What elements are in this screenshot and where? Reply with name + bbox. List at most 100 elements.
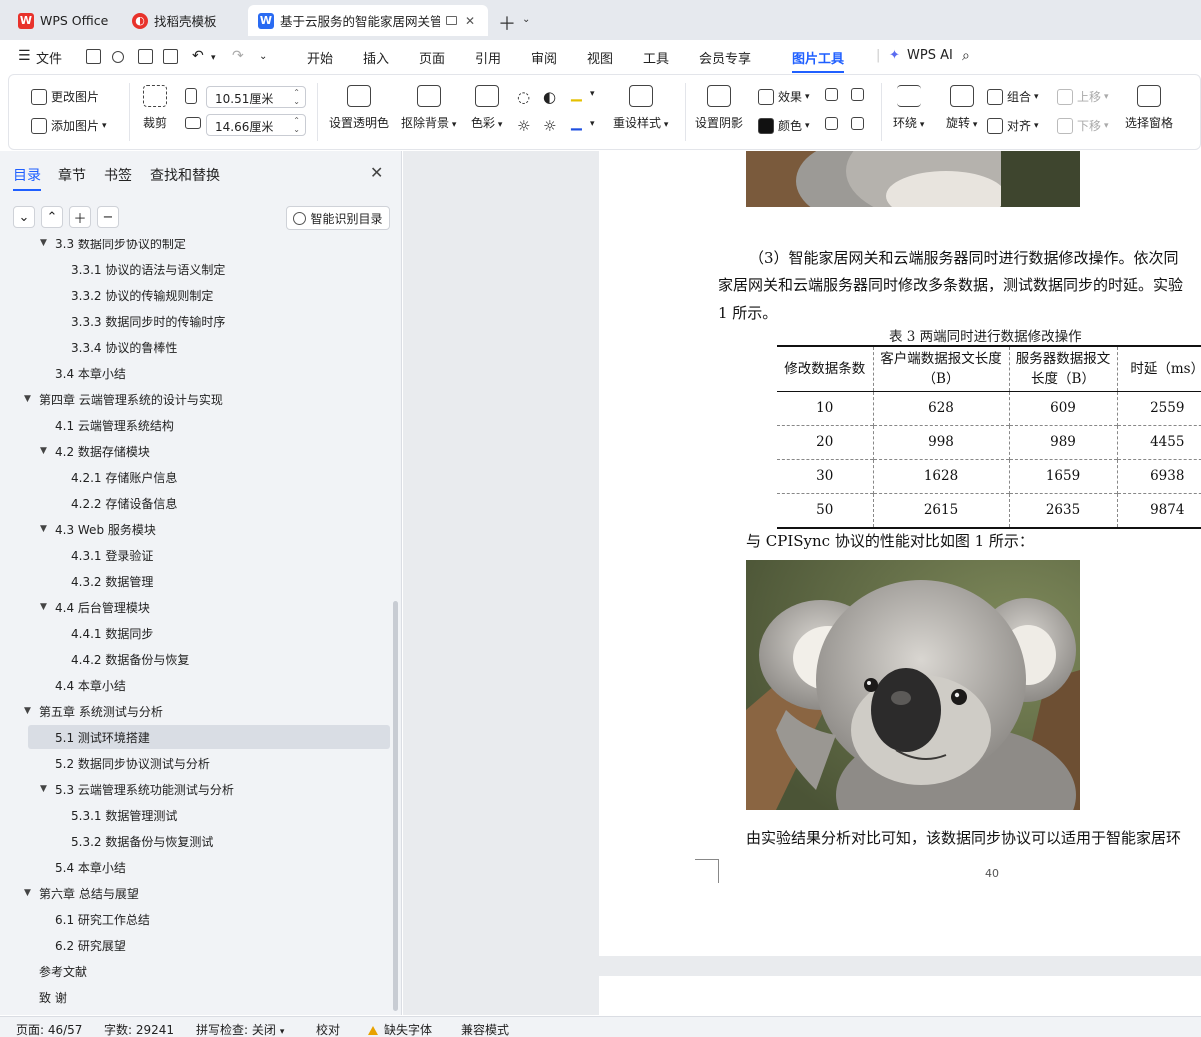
fill-color-button[interactable]: 颜色 ▾ (758, 117, 810, 134)
toc-item[interactable]: 3.3.3 数据同步时的传输时序 (28, 309, 390, 333)
rotate-button[interactable]: 旋转 ▾ (946, 85, 977, 131)
chevron-up-icon[interactable]: ⌃ (41, 206, 63, 228)
redo-icon[interactable]: ↷ (232, 48, 244, 64)
tab-template[interactable]: ◐ 找稻壳模板 (122, 5, 244, 36)
menu-view[interactable]: 视图 (587, 48, 613, 67)
contrast-up-icon[interactable]: ◐ (543, 88, 556, 106)
tab-document[interactable]: W 基于云服务的智能家居网关管理 ✕ (248, 5, 488, 36)
toc-item[interactable]: 4.2.1 存储账户信息 (28, 465, 390, 489)
tab-wps-office[interactable]: W WPS Office (8, 5, 120, 36)
expand-toggle-icon[interactable]: ▼ (40, 524, 47, 534)
expand-toggle-icon[interactable]: ▼ (40, 784, 47, 794)
toc-item[interactable]: 3.3.1 协议的语法与语义制定 (28, 257, 390, 281)
word-count[interactable]: 字数: 29241 (104, 1021, 174, 1037)
toc-item[interactable]: 参考文献 (28, 959, 390, 983)
toc-item[interactable]: 6.1 研究工作总结 (28, 907, 390, 931)
chevron-down-icon[interactable]: ▾ (590, 119, 595, 129)
align-button[interactable]: 对齐 ▾ (987, 117, 1039, 134)
toc-item[interactable]: ▼ 第五章 系统测试与分析 (24, 699, 390, 723)
remove-background-button[interactable]: 抠除背景 ▾ (401, 85, 456, 131)
toc-item[interactable]: ▼ 4.3 Web 服务模块 (28, 517, 390, 541)
expand-toggle-icon[interactable]: ▼ (40, 239, 47, 248)
spell-check-status[interactable]: 拼写检查: 关闭 ▾ (196, 1021, 284, 1037)
toc-item[interactable]: ▼ 第四章 云端管理系统的设计与实现 (24, 387, 390, 411)
move-down-button[interactable]: 下移 ▾ (1057, 117, 1109, 134)
stepper-icon[interactable]: ⌃ ⌄ (293, 88, 300, 106)
toc-item[interactable]: 致 谢 (28, 985, 390, 1009)
toc-item[interactable]: 5.3.2 数据备份与恢复测试 (28, 829, 390, 853)
minus-icon[interactable]: − (97, 206, 119, 228)
expand-toggle-icon[interactable]: ▼ (40, 602, 47, 612)
close-tab-icon[interactable]: ✕ (465, 14, 475, 28)
koala-image-top[interactable] (746, 151, 1080, 207)
more-chevron-icon[interactable]: ⌄ (259, 51, 267, 62)
page-count[interactable]: 页面: 46/57 (16, 1021, 82, 1037)
menu-picture-tools[interactable]: 图片工具 (792, 48, 845, 73)
stepper-icon[interactable]: ⌃ ⌄ (293, 116, 300, 134)
menu-tools[interactable]: 工具 (643, 48, 669, 67)
toc-item[interactable]: ▼ 3.3 数据同步协议的制定 (28, 239, 390, 255)
smart-toc-button[interactable]: 智能识别目录 (286, 206, 390, 230)
tab-chapters[interactable]: 章节 (58, 165, 86, 185)
toc-item[interactable]: ▼ 第六章 总结与展望 (24, 881, 390, 905)
change-image-button[interactable]: 更改图片 (31, 88, 99, 105)
toc-item[interactable]: 5.3.1 数据管理测试 (28, 803, 390, 827)
undo-dropdown-icon[interactable]: ▾ (211, 53, 216, 63)
chevron-down-icon[interactable]: ▾ (590, 89, 595, 99)
monitor-icon[interactable] (446, 16, 457, 25)
menu-start[interactable]: 开始 (307, 48, 333, 67)
toc-item[interactable]: ▼ 5.3 云端管理系统功能测试与分析 (28, 777, 390, 801)
expand-toggle-icon[interactable]: ▼ (40, 446, 47, 456)
move-up-button[interactable]: 上移 ▾ (1057, 88, 1109, 105)
toc-item[interactable]: 5.4 本章小结 (28, 855, 390, 879)
print-icon[interactable] (138, 49, 153, 64)
close-icon[interactable]: ✕ (370, 163, 383, 182)
set-transparent-button[interactable]: 设置透明色 (329, 85, 389, 131)
toc-item[interactable]: 3.3.2 协议的传输规则制定 (28, 283, 390, 307)
wrap-button[interactable]: 环绕 ▾ (893, 85, 924, 131)
toc-item[interactable]: 4.4.1 数据同步 (28, 621, 390, 645)
menu-page[interactable]: 页面 (419, 48, 445, 67)
shadow-offset-icon[interactable] (825, 88, 842, 101)
tab-bookmarks[interactable]: 书签 (104, 165, 132, 185)
height-field[interactable]: 14.66厘米 ⌃ ⌄ (206, 114, 306, 136)
toc-item[interactable]: 4.2.2 存储设备信息 (28, 491, 390, 515)
menu-wps-ai[interactable]: WPS AI (907, 48, 953, 63)
group-button[interactable]: 组合 ▾ (987, 88, 1039, 105)
toc-item[interactable]: 5.1 测试环境搭建 (28, 725, 390, 749)
toc-item[interactable]: 4.1 云端管理系统结构 (28, 413, 390, 437)
brightness-down-icon[interactable]: ☼ (517, 117, 530, 135)
toc-item[interactable]: 4.4 本章小结 (28, 673, 390, 697)
shadow-right-icon[interactable] (851, 117, 868, 130)
tab-find-replace[interactable]: 查找和替换 (150, 165, 220, 185)
toc-item[interactable]: ▼ 4.2 数据存储模块 (28, 439, 390, 463)
toc-item[interactable]: 6.2 研究展望 (28, 933, 390, 957)
menu-insert[interactable]: 插入 (363, 48, 389, 67)
toc-item[interactable]: 3.3.4 协议的鲁棒性 (28, 335, 390, 359)
print-preview-icon[interactable] (163, 49, 178, 64)
expand-toggle-icon[interactable]: ▼ (24, 394, 31, 404)
effect-button[interactable]: 效果 ▾ (758, 88, 810, 105)
toc-item[interactable]: 4.4.2 数据备份与恢复 (28, 647, 390, 671)
new-tab-icon[interactable]: ＋ (498, 10, 516, 36)
width-field[interactable]: 10.51厘米 ⌃ ⌄ (206, 86, 306, 108)
plus-icon[interactable]: ＋ (69, 206, 91, 228)
toc-item[interactable]: 3.4 本章小结 (28, 361, 390, 385)
shadow-left-icon[interactable] (825, 117, 842, 130)
search-icon[interactable]: ⌕ (962, 48, 970, 64)
chevron-down-icon[interactable]: ⌄ (13, 206, 35, 228)
shadow-down-icon[interactable] (851, 88, 868, 101)
menu-member[interactable]: 会员专享 (699, 48, 751, 67)
preset-style-button[interactable]: 重设样式 ▾ (613, 85, 668, 131)
menu-reference[interactable]: 引用 (475, 48, 501, 67)
set-shadow-button[interactable]: 设置阴影 (695, 85, 743, 131)
expand-toggle-icon[interactable]: ▼ (24, 888, 31, 898)
color-button[interactable]: 色彩 ▾ (471, 85, 502, 131)
sidebar-scrollbar[interactable] (393, 601, 398, 1011)
save-icon[interactable] (86, 49, 101, 64)
data-table[interactable]: 修改数据条数 客户端数据报文长度（B） 服务器数据报文长度（B） 时延（ms） … (777, 345, 1201, 529)
toc-item[interactable]: 4.3.1 登录验证 (28, 543, 390, 567)
link-icon[interactable] (112, 51, 124, 63)
highlight-color-icon[interactable]: ▁ (571, 86, 582, 102)
tab-toc[interactable]: 目录 (13, 165, 41, 191)
